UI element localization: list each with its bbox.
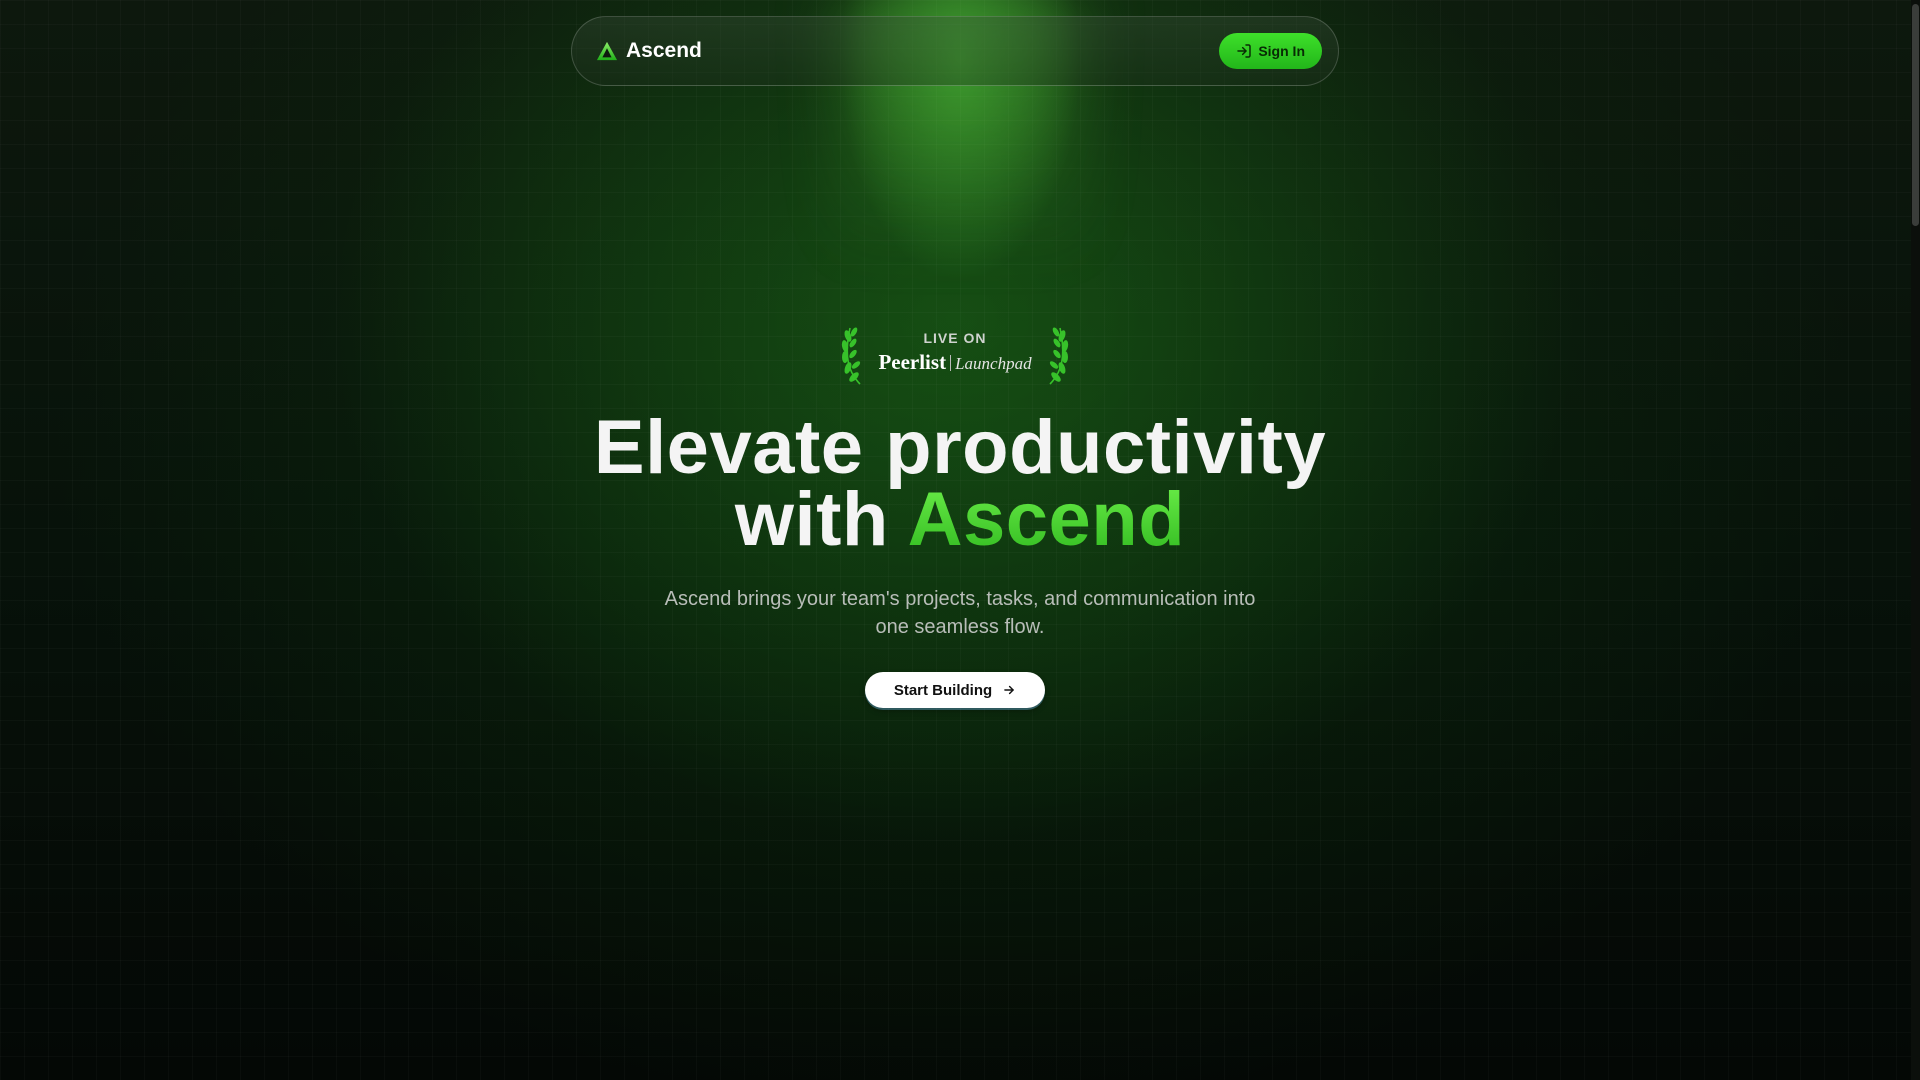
headline-line2-prefix: with [734,477,908,562]
headline-accent: Ascend [907,477,1186,562]
badge-sub: Launchpad [955,354,1032,373]
navbar: Ascend Sign In [571,16,1339,86]
scrollbar-thumb[interactable] [1912,4,1919,226]
badge-separator [950,355,952,371]
hero-subtext: Ascend brings your team's projects, task… [664,588,1256,638]
sign-in-button[interactable]: Sign In [1219,33,1322,69]
hero-headline: Elevate productivity with Ascend [460,410,1460,558]
arrow-right-icon [1004,685,1014,695]
peerlist-launchpad-badge[interactable]: LIVE ON Peerlist Launchpad [840,322,1070,386]
badge-title: Peerlist Launchpad [840,350,1070,375]
start-building-label: Start Building [893,681,993,699]
brand-link[interactable]: Ascend [596,39,702,63]
log-in-icon [1237,44,1252,58]
badge-live-on: LIVE ON [923,330,987,346]
laurel-icon [1049,327,1069,385]
badge-brand: Peerlist [878,350,947,374]
sign-in-label: Sign In [1258,43,1305,59]
page-scrollbar[interactable] [1911,0,1920,1080]
triangle-logo-icon [596,41,618,61]
start-building-button[interactable]: Start Building [865,672,1045,708]
brand-name: Ascend [626,39,702,62]
